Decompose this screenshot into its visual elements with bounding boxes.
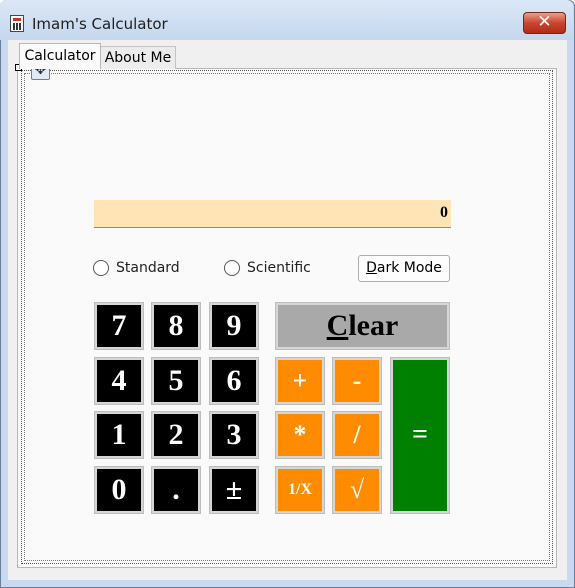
tab-about-me[interactable]: About Me <box>100 46 176 69</box>
key-0[interactable]: 0 <box>94 466 144 514</box>
key-reciprocal[interactable]: 1/X <box>275 466 325 514</box>
dark-mode-mnemonic: D <box>366 260 377 276</box>
key-8[interactable]: 8 <box>151 302 201 350</box>
dark-mode-label: ark Mode <box>376 260 442 276</box>
window-title: Imam's Calculator <box>32 15 168 33</box>
radio-standard-label: Standard <box>116 260 180 276</box>
key-equals[interactable]: = <box>390 357 450 514</box>
key-6[interactable]: 6 <box>209 357 259 405</box>
result-display: 0 <box>94 200 451 228</box>
close-button[interactable]: ✕ <box>523 12 566 34</box>
radio-scientific-label: Scientific <box>247 260 311 276</box>
tab-calculator[interactable]: Calculator <box>19 43 101 69</box>
dark-mode-button[interactable]: Dark Mode <box>358 255 450 282</box>
radio-circle-icon[interactable] <box>93 260 109 276</box>
radio-circle-icon[interactable] <box>224 260 240 276</box>
key-square-root[interactable]: √ <box>332 466 382 514</box>
key-9[interactable]: 9 <box>209 302 259 350</box>
key-5[interactable]: 5 <box>151 357 201 405</box>
calculator-icon <box>10 15 24 32</box>
key-7[interactable]: 7 <box>94 302 144 350</box>
key-3[interactable]: 3 <box>209 411 259 459</box>
radio-scientific[interactable]: Scientific <box>224 259 324 279</box>
clear-button[interactable]: Clear <box>275 302 450 350</box>
key-add[interactable]: + <box>275 357 325 405</box>
key-subtract[interactable]: - <box>332 357 382 405</box>
key-multiply[interactable]: * <box>275 411 325 459</box>
radio-standard[interactable]: Standard <box>93 259 193 279</box>
key-1[interactable]: 1 <box>94 411 144 459</box>
key-plus-minus[interactable]: ± <box>209 466 259 514</box>
key-decimal[interactable]: . <box>151 466 201 514</box>
key-divide[interactable]: / <box>332 411 382 459</box>
key-2[interactable]: 2 <box>151 411 201 459</box>
clear-mnemonic: C <box>326 309 349 342</box>
key-4[interactable]: 4 <box>94 357 144 405</box>
clear-label: lear <box>348 309 399 342</box>
